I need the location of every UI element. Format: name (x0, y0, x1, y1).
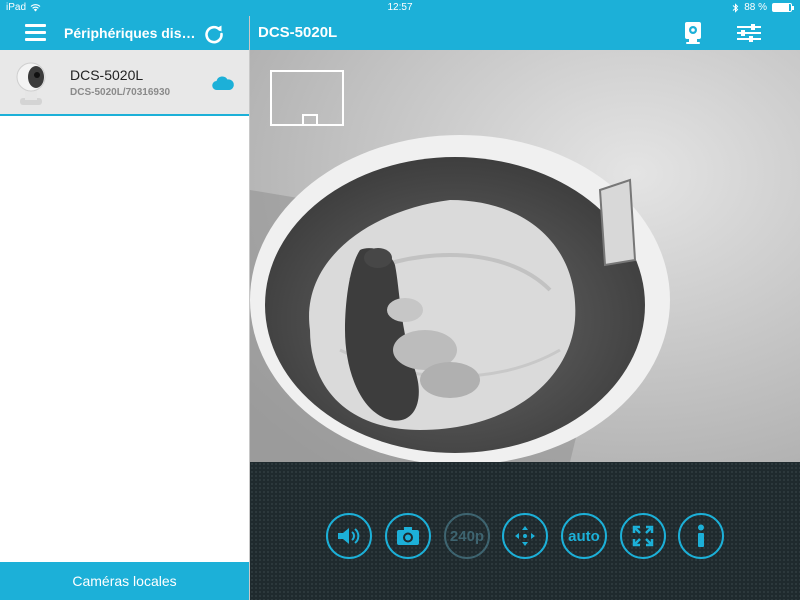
main-header: DCS-5020L (250, 16, 800, 50)
snapshot-button[interactable] (385, 513, 431, 559)
camera-title: DCS-5020L (258, 24, 338, 41)
sidebar-title: Périphériques dis… (64, 25, 196, 41)
battery-percent: 88 % (744, 2, 767, 13)
battery-icon (772, 3, 794, 12)
speaker-icon (338, 528, 360, 544)
sidebar-header: Périphériques dis… (0, 16, 249, 50)
camera-thumbnail-icon (16, 62, 46, 105)
ptz-minimap[interactable] (270, 70, 344, 126)
menu-icon[interactable] (25, 24, 46, 42)
snapshot-icon (397, 527, 419, 545)
fullscreen-button[interactable] (620, 513, 666, 559)
device-id: DCS-5020L/70316930 (70, 87, 171, 98)
device-name: DCS-5020L (70, 67, 144, 83)
status-right: 88 % (732, 2, 794, 13)
status-bar: iPad 12:57 88 % (0, 0, 800, 16)
audio-button[interactable] (326, 513, 372, 559)
pan-tilt-button[interactable] (502, 513, 548, 559)
settings-sliders-icon[interactable] (737, 24, 761, 42)
cloud-icon (212, 76, 234, 91)
bluetooth-icon (732, 2, 739, 13)
status-time: 12:57 (387, 2, 413, 13)
live-video-feed[interactable] (250, 50, 800, 462)
pan-tilt-icon (515, 526, 535, 546)
refresh-icon[interactable] (203, 23, 225, 45)
control-bar: 240p auto (250, 462, 800, 600)
fullscreen-icon (632, 525, 654, 547)
local-cameras-button[interactable]: Caméras locales (0, 562, 249, 600)
battery-fill (773, 4, 789, 11)
resolution-button[interactable]: 240p (444, 513, 490, 559)
info-button[interactable] (678, 513, 724, 559)
minimap-position-marker[interactable] (302, 114, 318, 126)
info-icon (698, 524, 704, 547)
camera-view-icon[interactable] (684, 21, 702, 45)
auto-pan-button[interactable]: auto (561, 513, 607, 559)
